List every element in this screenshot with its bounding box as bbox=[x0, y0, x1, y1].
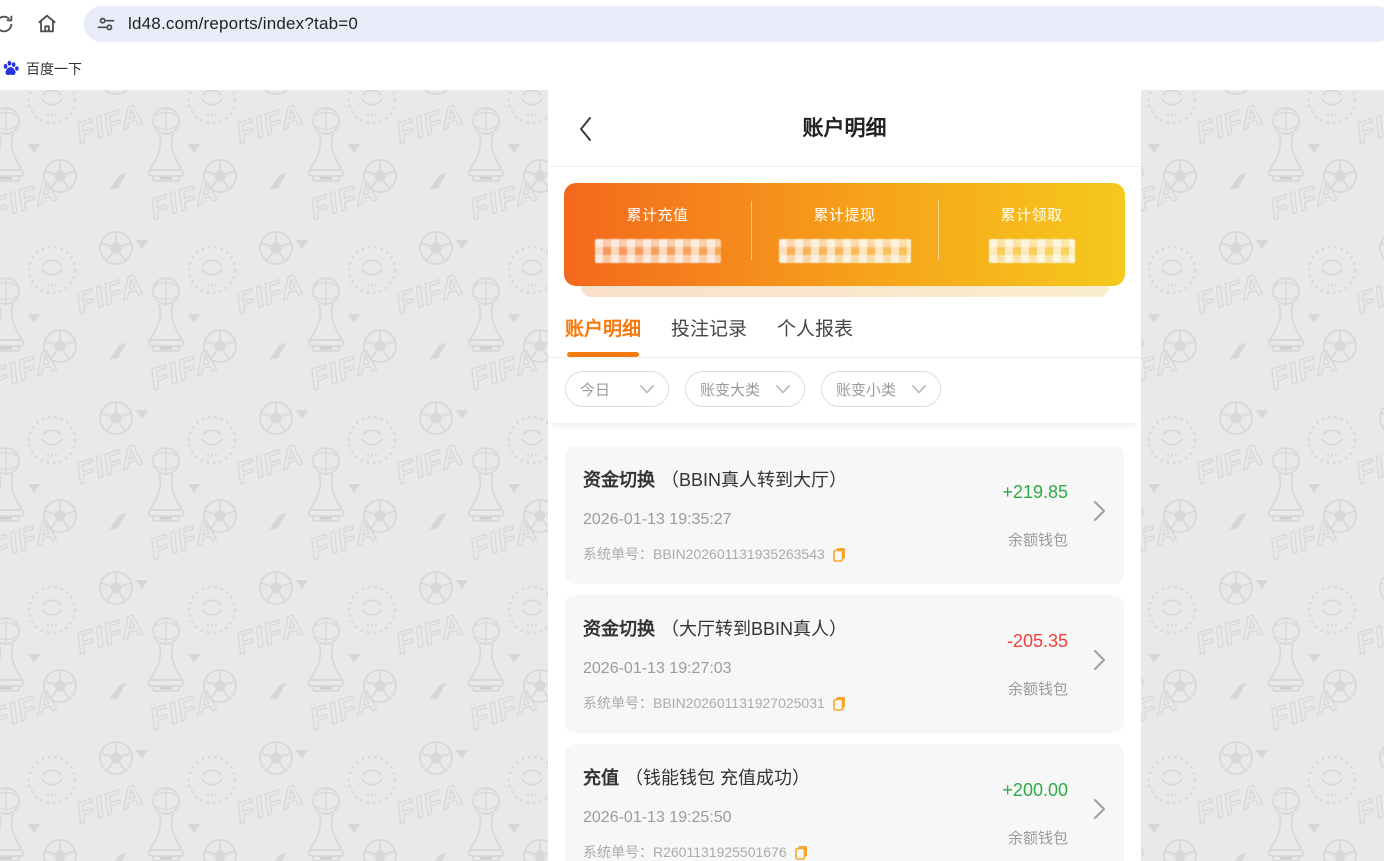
copy-icon[interactable] bbox=[795, 845, 808, 860]
transaction-amount: +219.85 bbox=[1002, 482, 1068, 503]
stat-label: 累计充值 bbox=[564, 204, 751, 225]
summary-stat: 累计充值 bbox=[564, 183, 751, 286]
tab-2[interactable]: 个人报表 bbox=[777, 314, 853, 357]
bookmark-baidu[interactable]: 百度一下 bbox=[26, 59, 82, 79]
site-settings-icon[interactable] bbox=[96, 14, 116, 34]
transaction-title: 资金切换 （大厅转到BBIN真人） bbox=[583, 615, 974, 641]
transaction-row[interactable]: 资金切换 （BBIN真人转到大厅） 2026-01-13 19:35:27 系统单… bbox=[565, 446, 1124, 584]
wallet-label: 余额钱包 bbox=[1002, 529, 1068, 550]
transaction-type: 充值 bbox=[583, 768, 619, 788]
tab-underline bbox=[567, 352, 639, 357]
filter-dropdown[interactable]: 账变大类 bbox=[685, 371, 805, 407]
transaction-row[interactable]: 充值 （钱能钱包 充值成功） 2026-01-13 19:25:50 系统单号：R… bbox=[565, 744, 1124, 861]
filter-label: 今日 bbox=[580, 379, 610, 400]
transaction-detail: （BBIN真人转到大厅） bbox=[661, 470, 847, 490]
transaction-side: -205.35 余额钱包 bbox=[1007, 631, 1068, 699]
filter-dropdown[interactable]: 今日 bbox=[565, 371, 669, 407]
address-bar[interactable]: ld48.com/reports/index?tab=0 bbox=[84, 6, 1384, 42]
transaction-amount: -205.35 bbox=[1007, 631, 1068, 652]
tab-underline bbox=[673, 352, 745, 357]
transaction-list: 资金切换 （BBIN真人转到大厅） 2026-01-13 19:35:27 系统单… bbox=[548, 423, 1141, 861]
chevron-right-icon[interactable] bbox=[1093, 798, 1106, 820]
order-label: 系统单号： bbox=[583, 693, 653, 713]
chevron-down-icon bbox=[912, 385, 926, 394]
transaction-type: 资金切换 bbox=[583, 619, 655, 639]
transaction-type: 资金切换 bbox=[583, 470, 655, 490]
tab-label: 账户明细 bbox=[565, 319, 641, 340]
summary-stat: 累计领取 bbox=[938, 183, 1125, 286]
summary-stat: 累计提现 bbox=[751, 183, 938, 286]
transaction-order: 系统单号：BBIN202601131927025031 bbox=[583, 693, 974, 713]
order-number: BBIN202601131927025031 bbox=[653, 695, 825, 711]
transaction-side: +219.85 余额钱包 bbox=[1002, 482, 1068, 550]
tab-label: 投注记录 bbox=[671, 319, 747, 340]
order-number: R2601131925501676 bbox=[653, 844, 787, 860]
transaction-datetime: 2026-01-13 19:25:50 bbox=[583, 809, 974, 827]
refresh-icon[interactable] bbox=[0, 13, 15, 35]
filter-dropdown[interactable]: 账变小类 bbox=[821, 371, 941, 407]
copy-icon[interactable] bbox=[833, 547, 846, 562]
transaction-amount: +200.00 bbox=[1002, 780, 1068, 801]
baidu-favicon bbox=[2, 60, 19, 77]
copy-icon[interactable] bbox=[833, 696, 846, 711]
transaction-datetime: 2026-01-13 19:27:03 bbox=[583, 660, 974, 678]
filter-bar: 今日 账变大类 账变小类 bbox=[548, 358, 1141, 423]
transaction-detail: （大厅转到BBIN真人） bbox=[661, 619, 847, 639]
bookmarks-bar: 百度一下 bbox=[0, 47, 1384, 90]
filter-label: 账变大类 bbox=[700, 379, 760, 400]
order-label: 系统单号： bbox=[583, 842, 653, 861]
page-background: FIFA 账户明细 累计充值 累计提现 bbox=[0, 90, 1384, 861]
tab-0[interactable]: 账户明细 bbox=[565, 314, 641, 357]
stat-masked-value bbox=[989, 239, 1075, 263]
tab-1[interactable]: 投注记录 bbox=[671, 314, 747, 357]
home-icon[interactable] bbox=[36, 13, 58, 35]
summary-card-shadow bbox=[581, 286, 1109, 297]
chevron-right-icon[interactable] bbox=[1093, 649, 1106, 671]
transaction-side: +200.00 余额钱包 bbox=[1002, 780, 1068, 848]
order-label: 系统单号： bbox=[583, 544, 653, 564]
page-title: 账户明细 bbox=[548, 112, 1141, 142]
transaction-detail: （钱能钱包 充值成功） bbox=[625, 768, 810, 788]
summary-card: 累计充值 累计提现 累计领取 bbox=[564, 183, 1125, 286]
order-number: BBIN202601131935263543 bbox=[653, 546, 825, 562]
stat-label: 累计领取 bbox=[938, 204, 1125, 225]
app-panel: 账户明细 累计充值 累计提现 累计领取 账户明细 投注记录 个人报表 今日 账变… bbox=[548, 90, 1141, 861]
chevron-right-icon[interactable] bbox=[1093, 500, 1106, 522]
tab-underline bbox=[779, 352, 851, 357]
page-header: 账户明细 bbox=[548, 90, 1141, 167]
transaction-title: 充值 （钱能钱包 充值成功） bbox=[583, 764, 974, 790]
tab-label: 个人报表 bbox=[777, 319, 853, 340]
stat-masked-value bbox=[595, 239, 721, 263]
stat-label: 累计提现 bbox=[751, 204, 938, 225]
chevron-down-icon bbox=[640, 385, 654, 394]
transaction-row[interactable]: 资金切换 （大厅转到BBIN真人） 2026-01-13 19:27:03 系统单… bbox=[565, 595, 1124, 733]
chevron-down-icon bbox=[776, 385, 790, 394]
browser-toolbar: ld48.com/reports/index?tab=0 bbox=[0, 0, 1384, 47]
wallet-label: 余额钱包 bbox=[1007, 678, 1068, 699]
filter-label: 账变小类 bbox=[836, 379, 896, 400]
stat-masked-value bbox=[779, 239, 911, 263]
url-text[interactable]: ld48.com/reports/index?tab=0 bbox=[128, 14, 358, 34]
tab-bar: 账户明细 投注记录 个人报表 bbox=[548, 297, 1141, 358]
wallet-label: 余额钱包 bbox=[1002, 827, 1068, 848]
transaction-datetime: 2026-01-13 19:35:27 bbox=[583, 511, 974, 529]
transaction-title: 资金切换 （BBIN真人转到大厅） bbox=[583, 466, 974, 492]
transaction-order: 系统单号：R2601131925501676 bbox=[583, 842, 974, 861]
transaction-order: 系统单号：BBIN202601131935263543 bbox=[583, 544, 974, 564]
